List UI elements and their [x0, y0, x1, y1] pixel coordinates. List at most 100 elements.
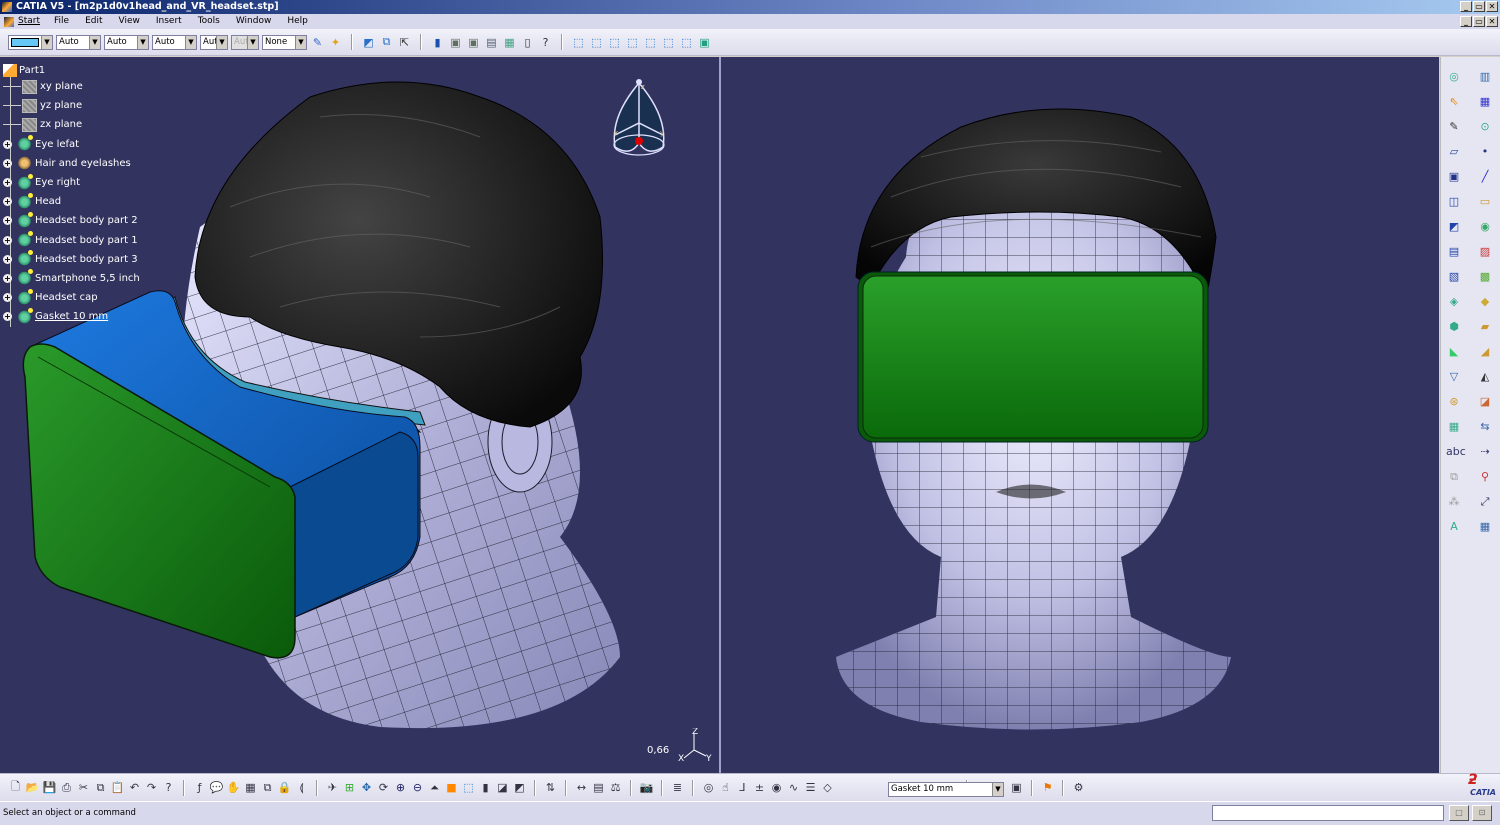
- scale-icon[interactable]: ⤢: [1477, 494, 1493, 510]
- back-view-icon[interactable]: ⬚: [607, 35, 622, 50]
- hand-icon[interactable]: ✋: [226, 780, 241, 795]
- custom-view-params-icon[interactable]: ?: [538, 35, 553, 50]
- layer-combo[interactable]: None ▼: [262, 34, 307, 50]
- shading-edges-icon[interactable]: ▣: [448, 35, 463, 50]
- stiffener-icon[interactable]: ◆: [1477, 294, 1493, 310]
- painter-icon[interactable]: ✎: [310, 35, 325, 50]
- constraint-icon[interactable]: A: [1446, 519, 1462, 535]
- redo-icon[interactable]: ↷: [144, 780, 159, 795]
- front-view-icon[interactable]: ⬚: [589, 35, 604, 50]
- menu-help[interactable]: Help: [280, 14, 317, 29]
- swap-visible-space-icon[interactable]: ⇅: [543, 780, 558, 795]
- fly-mode-icon[interactable]: ◩: [361, 35, 376, 50]
- expand-icon[interactable]: +: [3, 312, 12, 322]
- catalog-icon[interactable]: ⧉: [260, 780, 275, 795]
- menu-file[interactable]: File: [50, 14, 78, 29]
- magic-wand-icon[interactable]: ✦: [328, 35, 343, 50]
- table-icon[interactable]: ▦: [1477, 519, 1493, 535]
- flag-note-icon[interactable]: ⇢: [1477, 444, 1493, 460]
- pocket-icon[interactable]: ▣: [1446, 169, 1462, 185]
- transformation-icon[interactable]: ⇆: [1477, 419, 1493, 435]
- slot-icon[interactable]: ▩: [1477, 269, 1493, 285]
- solid-combine-icon[interactable]: ⬢: [1446, 319, 1462, 335]
- top-view-icon[interactable]: ⬚: [661, 35, 676, 50]
- reactions-icon[interactable]: ▣: [1009, 780, 1024, 795]
- grid-icon[interactable]: ▦: [1477, 94, 1493, 110]
- tree-node[interactable]: + Hair and eyelashes: [3, 154, 140, 173]
- hole-icon[interactable]: ◉: [1477, 219, 1493, 235]
- point-symbol-combo[interactable]: Aut▼: [200, 34, 228, 50]
- pattern-icon[interactable]: ⁂: [1446, 494, 1462, 510]
- formula-icon[interactable]: ƒ: [192, 780, 207, 795]
- draft-analysis-icon[interactable]: ◉: [769, 780, 784, 795]
- transparency-combo[interactable]: Auto ▼: [56, 34, 101, 50]
- parameters-icon[interactable]: ⟬: [294, 780, 309, 795]
- measure-item-icon[interactable]: ▤: [591, 780, 606, 795]
- menu-window[interactable]: Window: [229, 14, 281, 29]
- zoom-in-icon[interactable]: ⊕: [393, 780, 408, 795]
- pointer-icon[interactable]: ☝: [718, 780, 733, 795]
- undo-icon[interactable]: ↶: [127, 780, 142, 795]
- save-icon[interactable]: 💾: [42, 780, 57, 795]
- layer-icon[interactable]: ◇: [820, 780, 835, 795]
- boolean-remove-icon[interactable]: ▧: [1446, 269, 1462, 285]
- tree-node[interactable]: + Head: [3, 192, 140, 211]
- minimize-button[interactable]: _: [1460, 1, 1472, 12]
- viewport-right-front[interactable]: [721, 57, 1439, 773]
- tree-node[interactable]: + Headset body part 1: [3, 231, 140, 250]
- rib-icon[interactable]: ▨: [1477, 244, 1493, 260]
- tree-node[interactable]: + Headset body part 3: [3, 250, 140, 269]
- menu-view[interactable]: View: [112, 14, 149, 29]
- line-icon[interactable]: ╱: [1477, 169, 1493, 185]
- status-button-1[interactable]: □: [1449, 805, 1469, 821]
- sew-surface-icon[interactable]: ▦: [1446, 419, 1462, 435]
- measure-icon[interactable]: ⚲: [1477, 469, 1493, 485]
- analysis-icon[interactable]: ≣: [670, 780, 685, 795]
- model-3d-right[interactable]: [721, 57, 1439, 773]
- iso-view-icon[interactable]: ⬚: [571, 35, 586, 50]
- print-icon[interactable]: ⎙: [59, 780, 74, 795]
- create-multi-view-icon[interactable]: ■: [444, 780, 459, 795]
- sketcher-icon[interactable]: ◎: [1446, 69, 1462, 85]
- bottom-view-icon[interactable]: ⬚: [679, 35, 694, 50]
- curvature-icon[interactable]: ∿: [786, 780, 801, 795]
- draft-icon[interactable]: ◢: [1477, 344, 1493, 360]
- right-view-icon[interactable]: ⬚: [643, 35, 658, 50]
- pad-icon[interactable]: ▱: [1446, 144, 1462, 160]
- shading-icon[interactable]: ▮: [430, 35, 445, 50]
- expand-icon[interactable]: +: [3, 254, 12, 264]
- new-icon[interactable]: 🗋: [8, 780, 23, 795]
- viewport-left-isometric[interactable]: Part1 xy plane yz plane zx plane + Eye lefat…: [0, 57, 719, 773]
- command-input[interactable]: [1212, 805, 1444, 821]
- status-button-2[interactable]: ⊡: [1472, 805, 1492, 821]
- paste-icon[interactable]: 📋: [110, 780, 125, 795]
- shading-icon[interactable]: ▮: [478, 780, 493, 795]
- compass-widget[interactable]: x y z: [608, 77, 670, 157]
- copy-icon[interactable]: ⧉: [93, 780, 108, 795]
- expand-icon[interactable]: +: [3, 293, 12, 303]
- publish-icon[interactable]: ⚑: [1040, 780, 1055, 795]
- restore-button[interactable]: ▭: [1473, 1, 1485, 12]
- capture-icon[interactable]: 📷: [639, 780, 654, 795]
- shading-hidden-edges-icon[interactable]: ▤: [484, 35, 499, 50]
- plane-icon[interactable]: ▭: [1477, 194, 1493, 210]
- iso-view-icon[interactable]: ⬚: [461, 780, 476, 795]
- open-icon[interactable]: 📂: [25, 780, 40, 795]
- whats-this-icon[interactable]: ?: [161, 780, 176, 795]
- lock-icon[interactable]: 🔒: [277, 780, 292, 795]
- expand-icon[interactable]: +: [3, 216, 12, 226]
- rotate-icon[interactable]: ⟳: [376, 780, 391, 795]
- quick-view-icon[interactable]: ⧉: [379, 35, 394, 50]
- customize-icon[interactable]: ⚙: [1071, 780, 1086, 795]
- mirror-icon[interactable]: ⧉: [1446, 469, 1462, 485]
- compass-icon[interactable]: ◎: [701, 780, 716, 795]
- boolean-add-icon[interactable]: ▤: [1446, 244, 1462, 260]
- annotation-text-icon[interactable]: abc: [1446, 444, 1466, 460]
- fill-color-combo[interactable]: ▼: [8, 34, 53, 50]
- wireframe-icon[interactable]: ▯: [520, 35, 535, 50]
- pan-icon[interactable]: ✥: [359, 780, 374, 795]
- doc-close-button[interactable]: ✕: [1486, 16, 1498, 27]
- chamfer-icon[interactable]: ◣: [1446, 344, 1462, 360]
- expand-icon[interactable]: +: [3, 235, 12, 245]
- sketch-edit-icon[interactable]: ✎: [1446, 119, 1462, 135]
